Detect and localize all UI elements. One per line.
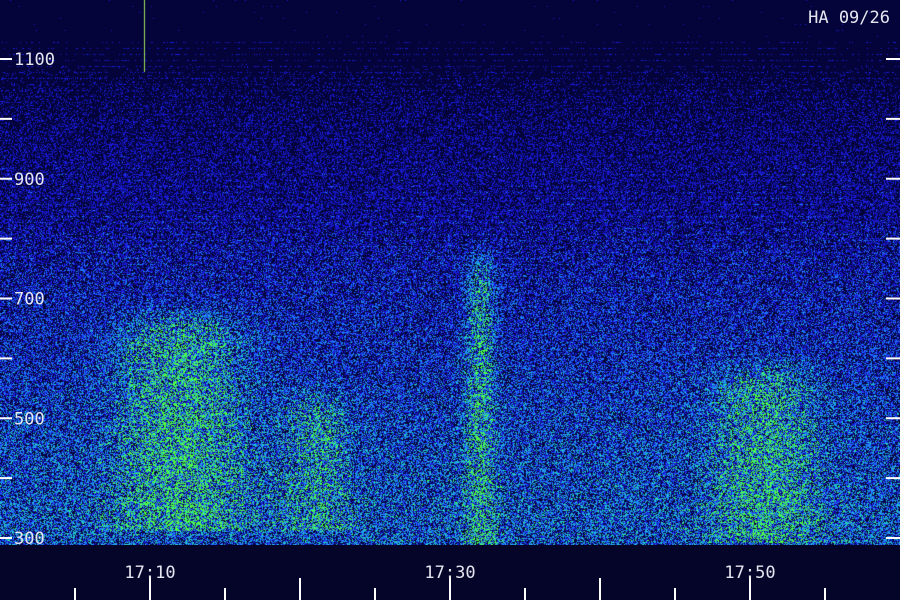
y-tick-label-500: 500 [14,409,45,429]
x-tick-label-1710: 17:10 [124,563,175,583]
spectrogram-chart: HA 09/26 300 500 700 900 1100 17:10 17:30 17:5… [0,0,900,600]
y-tick-label-700: 700 [14,290,45,310]
y-tick-label-300: 300 [14,529,45,549]
station-label: HA 09/26 [808,8,890,28]
axes-overlay: HA 09/26 300 500 700 900 1100 17:10 17:30 17:5… [0,8,900,600]
x-tick-label-1730: 17:30 [424,563,475,583]
y-tick-label-900: 900 [14,170,45,190]
y-axis-ticks: 300 500 700 900 1100 [0,50,900,549]
y-tick-label-1100: 1100 [14,50,55,70]
x-tick-label-1750: 17:50 [724,563,775,583]
x-axis-ticks: 17:10 17:30 17:50 [74,563,826,600]
